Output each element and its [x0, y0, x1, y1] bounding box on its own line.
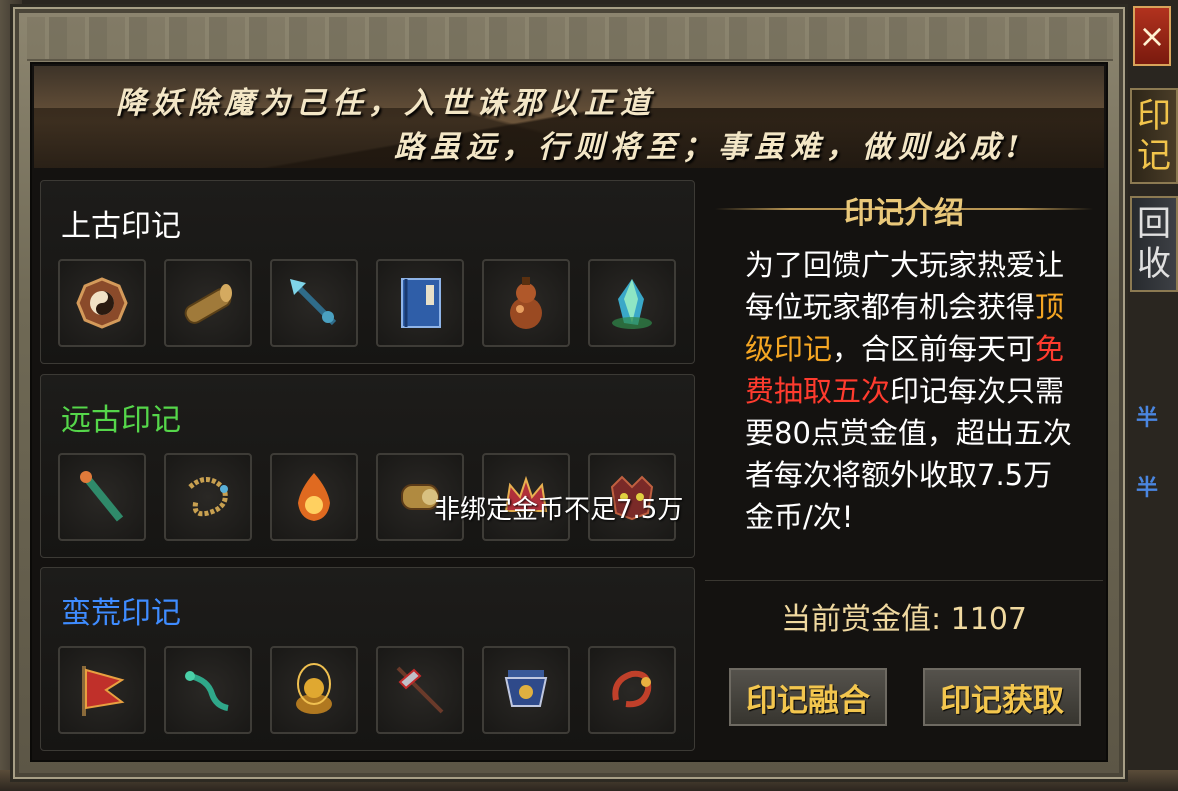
intro-panel: 印记介绍 为了回馈广大玩家热爱让每位玩家都有机会获得顶级印记，合区前每天可免费抽… [705, 174, 1103, 758]
bounty-value: 1107 [950, 602, 1027, 637]
slot-spear[interactable] [270, 259, 358, 347]
banner-line-1: 降妖除魔为己任，入世诛邪以正道 [116, 86, 656, 121]
frame-ornament [27, 17, 1113, 61]
section-ancient-title: 上古印记 [61, 209, 181, 244]
side-deco-2: 半 [1136, 476, 1159, 501]
slot-halberd[interactable] [376, 646, 464, 734]
slot-book[interactable] [376, 259, 464, 347]
bagua-icon [76, 277, 128, 329]
fuse-button[interactable]: 印记融合 [729, 668, 887, 726]
gourd-icon [510, 277, 542, 329]
jade-staff-icon [80, 471, 124, 522]
slot-green-rod[interactable] [164, 646, 252, 734]
book-icon [401, 278, 441, 328]
tab-mark[interactable]: 印 记 [1130, 88, 1178, 184]
tooltip-insufficient-gold: 非绑定金币不足7.5万 [434, 495, 684, 525]
tab-mark-label-bottom: 记 [1137, 136, 1171, 176]
close-button[interactable]: × [1133, 6, 1171, 66]
slot-cauldron[interactable] [482, 646, 570, 734]
slot-bagua[interactable] [58, 259, 146, 347]
dragon-icon [612, 670, 652, 708]
slot-gourd[interactable] [482, 259, 570, 347]
slot-buddha[interactable] [270, 646, 358, 734]
flame-orb-icon [298, 473, 330, 521]
intro-text-a: 为了回馈广大玩家热爱让每位玩家都有机会获得 [745, 248, 1065, 324]
section-remote-title: 远古印记 [61, 403, 181, 438]
section-wild-title: 蛮荒印记 [61, 596, 181, 631]
section-wild: 蛮荒印记 [40, 567, 695, 751]
slot-beads[interactable] [164, 453, 252, 541]
bounty-label: 当前赏金值: [780, 602, 942, 637]
section-ancient: 上古印记 [40, 180, 695, 364]
header-banner: 降妖除魔为己任，入世诛邪以正道 路虽远，行则将至；事虽难，做则必成! [34, 66, 1104, 168]
panel-divider [705, 580, 1103, 581]
cauldron-icon [504, 670, 548, 707]
slot-crystal[interactable] [588, 259, 676, 347]
tab-recycle-label-top: 回 [1137, 204, 1171, 244]
bounty-value-line: 当前赏金值: 1107 [705, 594, 1103, 638]
slot-jade-staff[interactable] [58, 453, 146, 541]
obtain-button[interactable]: 印记获取 [923, 668, 1081, 726]
scroll-icon [184, 284, 232, 324]
side-deco-1: 半 [1136, 406, 1159, 431]
green-rod-icon [185, 671, 229, 711]
tab-recycle[interactable]: 回 收 [1130, 196, 1178, 292]
slot-banner[interactable] [58, 646, 146, 734]
intro-text: 为了回馈广大玩家热爱让每位玩家都有机会获得顶级印记，合区前每天可免费抽取五次印记… [745, 244, 1075, 538]
slot-dragon[interactable] [588, 646, 676, 734]
intro-text-b: ，合区前每天可 [832, 332, 1036, 366]
section-remote: 远古印记 [40, 374, 695, 558]
slot-flame-orb[interactable] [270, 453, 358, 541]
spear-icon [290, 279, 337, 326]
beads-icon [188, 477, 228, 517]
halberd-icon [396, 666, 444, 714]
banner-line-2: 路虽远，行则将至；事虽难，做则必成! [394, 130, 1026, 165]
buddha-icon [296, 663, 332, 714]
tab-mark-label-top: 印 [1137, 96, 1171, 136]
tab-recycle-label-bottom: 收 [1137, 244, 1171, 284]
banner-icon [82, 666, 125, 716]
slot-scroll[interactable] [164, 259, 252, 347]
crystal-icon [612, 279, 652, 329]
intro-title: 印记介绍 [844, 196, 964, 231]
